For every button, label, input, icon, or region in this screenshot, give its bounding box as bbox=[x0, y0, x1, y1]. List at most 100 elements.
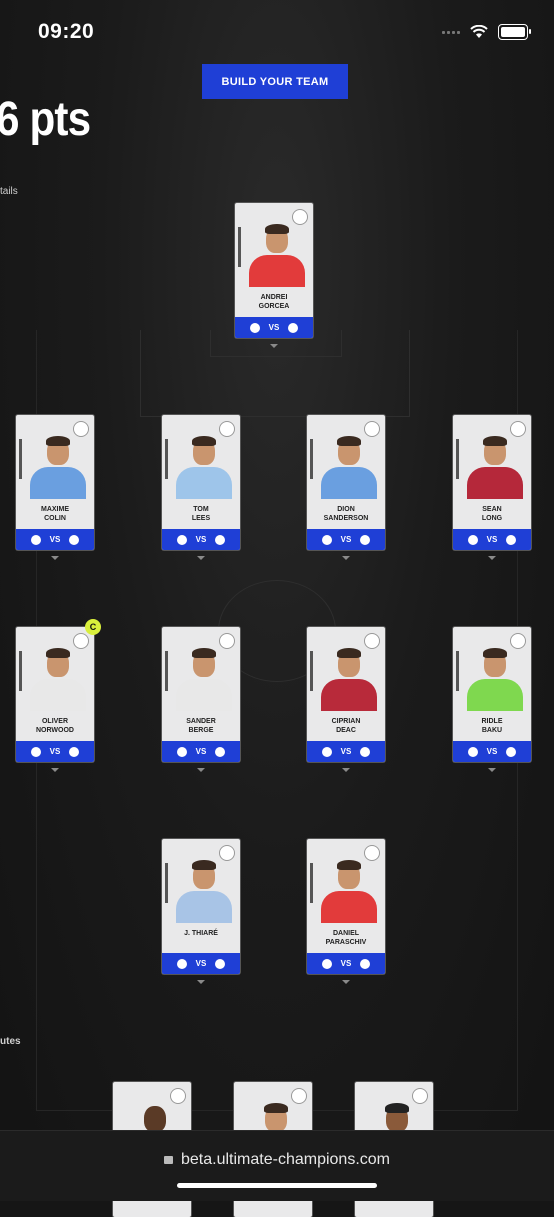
expand-arrow-icon[interactable] bbox=[342, 980, 350, 984]
player-card[interactable]: CIPRIAN DEAC VS bbox=[307, 627, 385, 762]
card-side-stripe bbox=[310, 439, 313, 479]
vs-label: VS bbox=[195, 535, 207, 544]
player-photo bbox=[28, 429, 88, 499]
fixture-bar: VS bbox=[162, 953, 240, 974]
fixture-bar: VS bbox=[307, 741, 385, 762]
player-card[interactable]: SANDER BERGE VS bbox=[162, 627, 240, 762]
card-side-stripe bbox=[310, 863, 313, 903]
player-name: OLIVER NORWOOD bbox=[16, 717, 94, 735]
player-photo bbox=[319, 853, 379, 923]
player-last-name: GORCEA bbox=[258, 303, 290, 310]
wifi-icon bbox=[470, 25, 488, 38]
expand-arrow-icon[interactable] bbox=[488, 556, 496, 560]
player-last-name: LEES bbox=[191, 515, 211, 522]
card-side-stripe bbox=[456, 439, 459, 479]
player-photo bbox=[174, 641, 234, 711]
player-card[interactable]: RIDLE BAKU VS bbox=[453, 627, 531, 762]
vs-label: VS bbox=[340, 959, 352, 968]
player-first-name: RIDLE bbox=[481, 718, 503, 725]
card-side-stripe bbox=[19, 651, 22, 691]
player-first-name: OLIVER bbox=[41, 718, 69, 725]
expand-arrow-icon[interactable] bbox=[270, 344, 278, 348]
fixture-bar: VS bbox=[307, 529, 385, 550]
player-card[interactable]: DION SANDERSON VS bbox=[307, 415, 385, 550]
player-last-name: BERGE bbox=[188, 727, 214, 734]
signal-icon bbox=[442, 30, 460, 34]
home-club-icon bbox=[30, 746, 41, 757]
card-side-stripe bbox=[456, 651, 459, 691]
away-club-icon bbox=[360, 746, 371, 757]
fixture-bar: VS bbox=[162, 529, 240, 550]
home-indicator[interactable] bbox=[177, 1183, 377, 1188]
status-time: 09:20 bbox=[38, 20, 95, 43]
away-club-icon bbox=[506, 746, 517, 757]
player-first-name: SANDER bbox=[186, 718, 216, 725]
home-club-icon bbox=[30, 534, 41, 545]
player-name: CIPRIAN DEAC bbox=[307, 717, 385, 735]
player-name: DION SANDERSON bbox=[307, 505, 385, 523]
player-photo bbox=[465, 429, 525, 499]
player-photo bbox=[247, 217, 307, 287]
player-first-name: DANIEL bbox=[332, 930, 360, 937]
player-photo bbox=[174, 853, 234, 923]
player-photo bbox=[174, 429, 234, 499]
away-club-icon bbox=[215, 746, 226, 757]
home-club-icon bbox=[321, 534, 332, 545]
player-first-name: TOM bbox=[193, 506, 209, 513]
home-club-icon bbox=[467, 746, 478, 757]
vs-label: VS bbox=[268, 323, 280, 332]
expand-arrow-icon[interactable] bbox=[488, 768, 496, 772]
fixture-bar: VS bbox=[162, 741, 240, 762]
player-card[interactable]: OLIVER NORWOOD VS bbox=[16, 627, 94, 762]
expand-arrow-icon[interactable] bbox=[51, 556, 59, 560]
player-name: DANIEL PARASCHIV bbox=[307, 929, 385, 947]
status-icons bbox=[442, 24, 531, 40]
fixture-bar: VS bbox=[16, 529, 94, 550]
player-last-name: SANDERSON bbox=[323, 515, 369, 522]
vs-label: VS bbox=[340, 535, 352, 544]
player-photo bbox=[319, 641, 379, 711]
expand-arrow-icon[interactable] bbox=[197, 980, 205, 984]
player-card[interactable]: SEAN LONG VS bbox=[453, 415, 531, 550]
player-card[interactable]: DANIEL PARASCHIV VS bbox=[307, 839, 385, 974]
fixture-bar: VS bbox=[453, 529, 531, 550]
fixture-bar: VS bbox=[307, 953, 385, 974]
captain-badge: C bbox=[85, 619, 101, 635]
fixture-bar: VS bbox=[453, 741, 531, 762]
home-club-icon bbox=[176, 746, 187, 757]
fixture-bar: VS bbox=[16, 741, 94, 762]
player-last-name: COLIN bbox=[44, 515, 66, 522]
status-bar: 09:20 bbox=[0, 0, 554, 60]
card-side-stripe bbox=[238, 227, 241, 267]
expand-arrow-icon[interactable] bbox=[51, 768, 59, 772]
player-first-name: MAXIME bbox=[41, 506, 69, 513]
card-side-stripe bbox=[165, 863, 168, 903]
player-photo bbox=[319, 429, 379, 499]
away-club-icon bbox=[360, 534, 371, 545]
expand-arrow-icon[interactable] bbox=[342, 556, 350, 560]
player-card[interactable]: TOM LEES VS bbox=[162, 415, 240, 550]
home-club-icon bbox=[467, 534, 478, 545]
expand-arrow-icon[interactable] bbox=[342, 768, 350, 772]
build-your-team-button[interactable]: BUILD YOUR TEAM bbox=[202, 64, 348, 99]
home-club-icon bbox=[321, 746, 332, 757]
player-last-name: BAKU bbox=[481, 727, 503, 734]
away-club-icon bbox=[215, 958, 226, 969]
player-name: SANDER BERGE bbox=[162, 717, 240, 735]
player-first-name: ANDREI bbox=[260, 294, 288, 301]
lock-icon bbox=[164, 1156, 173, 1164]
expand-arrow-icon[interactable] bbox=[197, 556, 205, 560]
player-card[interactable]: MAXIME COLIN VS bbox=[16, 415, 94, 550]
details-link[interactable]: tails bbox=[0, 186, 18, 197]
player-photo bbox=[465, 641, 525, 711]
card-side-stripe bbox=[165, 651, 168, 691]
vs-label: VS bbox=[49, 535, 61, 544]
browser-bar: beta.ultimate-champions.com bbox=[0, 1130, 554, 1201]
home-club-icon bbox=[249, 322, 260, 333]
player-name: SEAN LONG bbox=[453, 505, 531, 523]
player-card[interactable]: J. THIARÉ VS bbox=[162, 839, 240, 974]
expand-arrow-icon[interactable] bbox=[197, 768, 205, 772]
player-first-name: DION bbox=[337, 506, 355, 513]
player-card[interactable]: ANDREI GORCEA VS bbox=[235, 203, 313, 338]
address-bar[interactable]: beta.ultimate-champions.com bbox=[0, 1151, 554, 1169]
